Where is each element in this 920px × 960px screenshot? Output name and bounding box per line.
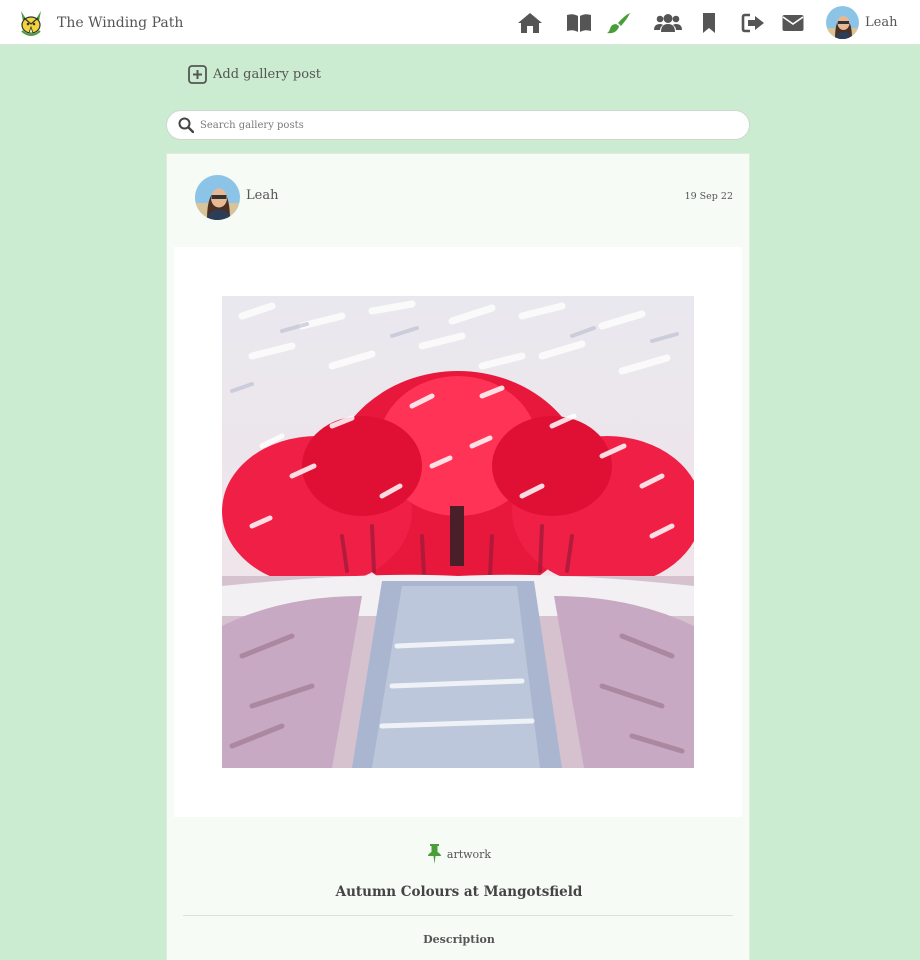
home-icon[interactable] [514, 0, 546, 45]
artwork-image[interactable] [222, 296, 694, 768]
bookmark-icon[interactable] [694, 0, 724, 45]
paintbrush-icon[interactable] [604, 0, 634, 45]
nav-user-name: Leah [865, 15, 898, 30]
post-author-name: Leah [246, 188, 279, 203]
users-icon[interactable] [634, 0, 694, 45]
envelope-icon[interactable] [776, 0, 810, 45]
avatar [195, 175, 240, 220]
post-date: 19 Sep 22 [684, 191, 733, 202]
add-gallery-post-label: Add gallery post [213, 66, 321, 82]
nav-user-menu[interactable]: Leah [826, 6, 897, 39]
search-input[interactable] [200, 113, 720, 137]
description-heading: Description [423, 933, 495, 946]
tag-link[interactable]: artwork [447, 848, 491, 861]
site-brand-link[interactable]: The Winding Path [18, 8, 183, 38]
search-icon [178, 117, 194, 133]
add-gallery-post-button[interactable]: Add gallery post [188, 63, 321, 85]
thumbtack-icon [427, 844, 442, 864]
sign-out-icon[interactable] [724, 0, 776, 45]
post-image-frame [174, 247, 742, 817]
gallery-search-bar [166, 110, 750, 140]
post-author[interactable]: Leah [195, 175, 278, 220]
gallery-post-card: Leah 19 Sep 22 artwork Autumn Colours at… [166, 153, 750, 960]
avatar [826, 6, 859, 39]
site-title: The Winding Path [57, 15, 184, 31]
divider [183, 915, 733, 916]
nav-icon-group [514, 0, 810, 45]
plus-square-icon [188, 64, 207, 84]
fox-logo-icon [18, 9, 44, 37]
post-tags: artwork [167, 844, 751, 864]
book-icon[interactable] [546, 0, 604, 45]
post-title: Autumn Colours at Mangotsfield [335, 884, 583, 900]
top-navbar: The Winding Path Leah [0, 0, 920, 45]
